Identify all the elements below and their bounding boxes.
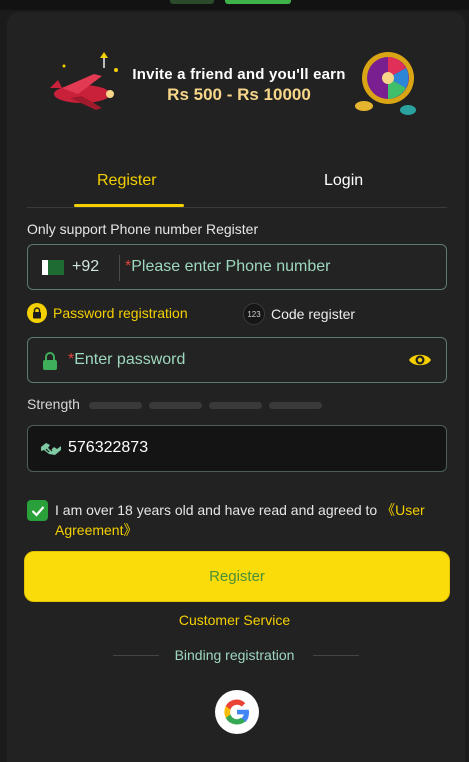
field-divider (119, 255, 120, 281)
tab-login[interactable]: Login (324, 172, 363, 190)
top-indicator (170, 0, 214, 4)
phone-input[interactable]: *Please enter Phone number (125, 258, 330, 276)
customer-service-link: Customer Service (0, 612, 469, 628)
eye-icon[interactable] (408, 351, 432, 369)
auth-tabs: Register Login (27, 166, 447, 208)
invite-banner[interactable]: Invite a friend and you'll earn Rs 500 -… (44, 44, 424, 122)
agreement-text: I am over 18 years old and have read and… (55, 500, 450, 540)
banner-text: Invite a friend and you'll earn Rs 500 -… (124, 66, 354, 105)
strength-segment (269, 402, 322, 409)
airplane-icon (50, 52, 118, 110)
banner-reward-range: Rs 500 - Rs 10000 (167, 85, 311, 104)
strength-segment (89, 402, 142, 409)
password-registration-label: Password registration (53, 305, 188, 321)
customer-service-label[interactable]: Customer Service (179, 612, 290, 628)
strength-segment (209, 402, 262, 409)
strength-segment (149, 402, 202, 409)
password-registration-option[interactable]: Password registration (27, 303, 188, 323)
code-register-option[interactable]: 123 Code register (243, 303, 355, 325)
google-icon (224, 699, 249, 725)
google-login-button[interactable] (215, 690, 259, 734)
banner-headline: Invite a friend and you'll earn (132, 66, 346, 83)
numeric-code-icon: 123 (243, 303, 265, 325)
handshake-icon (41, 443, 61, 455)
invite-code-input[interactable]: 576322873 (68, 439, 148, 457)
active-tab-indicator (74, 204, 184, 207)
phone-support-note: Only support Phone number Register (27, 221, 259, 237)
binding-registration-label: Binding registration (174, 647, 295, 663)
password-input[interactable]: *Enter password (68, 351, 185, 369)
strength-label: Strength (27, 396, 80, 412)
phone-placeholder: Please enter Phone number (131, 258, 331, 275)
password-field[interactable]: *Enter password (27, 337, 447, 383)
prize-wheel-icon (355, 52, 416, 115)
tab-register[interactable]: Register (97, 172, 157, 190)
checkmark-icon (31, 505, 44, 517)
password-placeholder: Enter password (74, 351, 186, 368)
country-code[interactable]: +92 (72, 258, 99, 276)
phone-field[interactable]: +92 *Please enter Phone number (27, 244, 447, 290)
code-register-label: Code register (271, 306, 356, 322)
invite-code-field[interactable]: 576322873 (27, 425, 447, 472)
lock-icon (43, 352, 57, 370)
lock-icon (27, 303, 47, 323)
register-button[interactable]: Register (24, 551, 450, 602)
top-indicator-active (225, 0, 291, 4)
agreement-checkbox[interactable] (27, 500, 48, 521)
agreement-statement: I am over 18 years old and have read and… (55, 502, 382, 518)
pakistan-flag-icon[interactable] (42, 260, 64, 275)
